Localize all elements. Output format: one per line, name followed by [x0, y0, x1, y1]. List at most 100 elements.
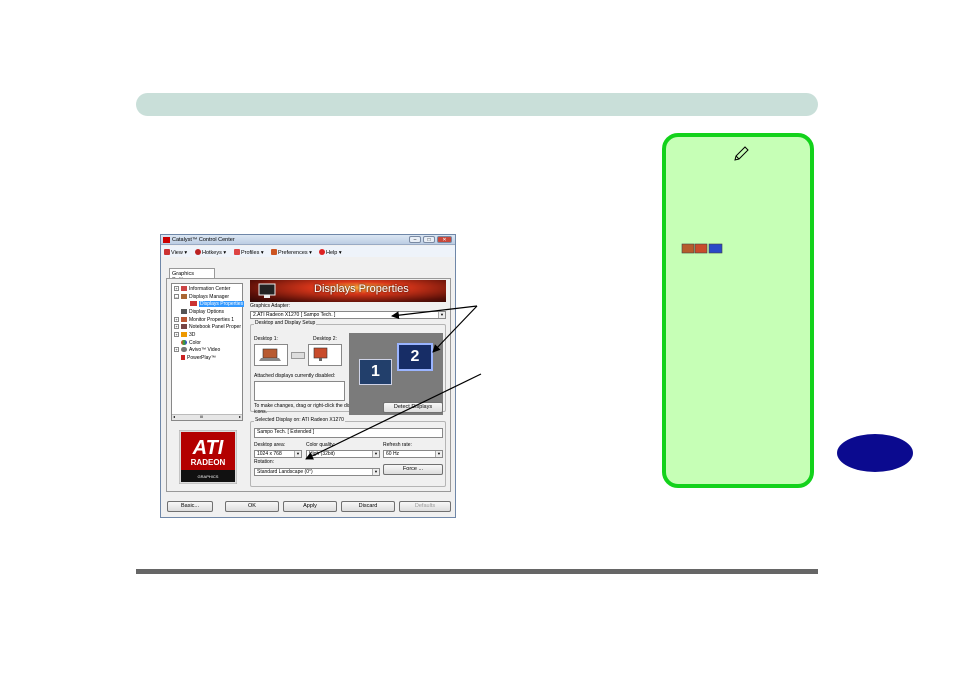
tree-item-label: Avivo™ Video: [189, 346, 221, 353]
expand-icon[interactable]: +: [174, 317, 179, 322]
tree-item-label: Color: [189, 339, 201, 346]
logo-line1: RADEON: [191, 458, 226, 467]
tree-item-displays-properties[interactable]: Displays Properties: [190, 300, 245, 308]
expand-icon[interactable]: +: [174, 286, 179, 291]
tree-item-notebook-panel[interactable]: + Notebook Panel Proper: [174, 324, 241, 331]
color-quality-value: High (32bit): [309, 451, 335, 457]
dialog-button-bar: Basic... OK Apply Discard Defaults: [161, 496, 455, 518]
graphics-settings-panel: + Information Center – Displays Manager Di…: [166, 278, 451, 492]
color-quality-select[interactable]: High (32bit) ▼: [306, 450, 380, 458]
menu-help[interactable]: Help ▾: [319, 249, 342, 256]
refresh-rate-select[interactable]: 60 Hz ▼: [383, 450, 443, 458]
discard-button[interactable]: Discard: [341, 501, 395, 512]
monitor-icon: [181, 317, 187, 322]
chevron-down-icon[interactable]: ▼: [372, 469, 379, 475]
scroll-thumb[interactable]: III: [200, 414, 203, 419]
view-icon: [164, 249, 170, 255]
desktop2-tile[interactable]: [308, 344, 342, 366]
menu-hotkeys[interactable]: Hotkeys ▾: [195, 249, 226, 256]
menu-bar: View ▾ Hotkeys ▾ Profiles ▾ Preferences …: [161, 246, 455, 257]
minimize-button[interactable]: –: [409, 236, 421, 243]
desktop-display-setup-group: Desktop and Display Setup Desktop 1: Des…: [250, 320, 446, 415]
force-button[interactable]: Force ...: [383, 464, 443, 475]
scroll-right-icon[interactable]: ▸: [239, 414, 241, 419]
settings-tree: + Information Center – Displays Manager Di…: [171, 283, 245, 421]
tab-graphics-settings[interactable]: Graphics Settings: [169, 268, 215, 283]
page-title: Displays Properties: [314, 283, 409, 295]
tree-item-displays-manager[interactable]: – Displays Manager: [174, 294, 229, 301]
rotation-select[interactable]: Standard Landscape (0°) ▼: [254, 468, 380, 476]
arrow-right-icon: [190, 301, 197, 306]
desktop-area-select[interactable]: 1024 x 768 ▼: [254, 450, 302, 458]
detect-displays-button[interactable]: Detect Displays: [383, 402, 443, 413]
menu-view-label: View ▾: [171, 250, 188, 256]
tree-item-powerplay[interactable]: PowerPlay™: [181, 355, 216, 362]
tree-item-label: Information Center: [189, 285, 231, 292]
collapse-icon[interactable]: –: [174, 294, 179, 299]
monitor-1-tile[interactable]: 1: [359, 359, 392, 385]
tree-item-information-center[interactable]: + Information Center: [174, 286, 230, 293]
battery-icon: [181, 355, 185, 360]
rotation-value: Standard Landscape (0°): [257, 469, 313, 475]
tree-item-display-options[interactable]: Display Options: [181, 309, 224, 316]
displays-properties-banner: Displays Properties: [250, 280, 446, 302]
selected-display-field: Sampo Tech. [ Extended ]: [254, 428, 443, 438]
window-title: Catalyst™ Control Center: [172, 237, 235, 243]
expand-icon[interactable]: +: [174, 347, 179, 352]
ati-radeon-logo: ATI RADEON GRAPHICS: [179, 430, 237, 484]
refresh-rate-value: 60 Hz: [386, 451, 400, 457]
pencil-icon: [734, 146, 749, 161]
monitor-2-tile[interactable]: 2: [397, 343, 433, 371]
tree-horizontal-scrollbar[interactable]: ◂ III ▸: [172, 414, 242, 420]
maximize-button[interactable]: □: [423, 236, 435, 243]
displays-manager-icon: [681, 243, 723, 254]
disabled-displays-list[interactable]: [254, 381, 345, 401]
defaults-button: Defaults: [399, 501, 451, 512]
title-bar[interactable]: Catalyst™ Control Center – □ ✕: [161, 235, 455, 245]
tree-item-3d[interactable]: +3D: [174, 332, 195, 339]
menu-view[interactable]: View ▾: [164, 249, 187, 256]
chevron-down-icon[interactable]: ▼: [435, 451, 442, 457]
profiles-icon: [234, 249, 240, 255]
graphics-adapter-select[interactable]: 2.ATI Radeon X1270 [ Sampo Tech. ] ▼: [250, 311, 446, 319]
video-icon: [181, 347, 187, 352]
menu-preferences[interactable]: Preferences ▾: [271, 249, 312, 256]
expand-icon[interactable]: +: [174, 332, 179, 337]
chevron-down-icon[interactable]: ▼: [372, 451, 379, 457]
graphics-adapter-value: 2.ATI Radeon X1270 [ Sampo Tech. ]: [253, 312, 336, 318]
desktop1-tile[interactable]: [254, 344, 288, 366]
expand-icon[interactable]: +: [174, 324, 179, 329]
selected-display-group: Selected Display on: ATI Radeon X1270 Sa…: [250, 417, 446, 487]
page-footer-rule: [136, 569, 818, 574]
basic-button[interactable]: Basic...: [167, 501, 213, 512]
tree-item-avivo-video[interactable]: + Avivo™ Video: [174, 347, 220, 354]
selected-display-value: Sampo Tech. [ Extended ]: [257, 429, 315, 435]
tree-item-label: Monitor Properties 1: [189, 316, 235, 323]
menu-profiles[interactable]: Profiles ▾: [234, 249, 264, 256]
color-icon: [181, 340, 187, 345]
ok-button[interactable]: OK: [225, 501, 279, 512]
tree-item-label: Display Options: [189, 308, 225, 315]
refresh-rate-label: Refresh rate:: [383, 442, 412, 448]
apply-button[interactable]: Apply: [283, 501, 337, 512]
menu-profiles-label: Profiles ▾: [241, 250, 264, 256]
tree-item-label: PowerPlay™: [187, 354, 216, 361]
chevron-down-icon[interactable]: ▼: [438, 312, 445, 318]
group-label: Desktop and Display Setup: [254, 320, 317, 327]
scroll-left-icon[interactable]: ◂: [173, 414, 175, 419]
close-button[interactable]: ✕: [437, 236, 452, 243]
logo-line2: GRAPHICS: [198, 474, 219, 479]
ati-app-icon: [163, 237, 170, 243]
catalyst-control-center-window: Catalyst™ Control Center – □ ✕ View ▾ Ho…: [160, 234, 456, 518]
tree-item-label: 3D: [189, 331, 196, 338]
3d-icon: [181, 332, 187, 337]
desktop2-label: Desktop 2:: [313, 336, 337, 342]
page-header-bar: [136, 93, 818, 116]
menu-help-label: Help ▾: [326, 250, 342, 256]
graphics-adapter-label: Graphics Adapter:: [250, 303, 291, 309]
group-label: Selected Display on: ATI Radeon X1270: [254, 417, 345, 424]
display-options-icon: [181, 309, 187, 314]
laptop-icon: [259, 348, 281, 361]
menu-preferences-label: Preferences ▾: [278, 250, 312, 256]
chevron-down-icon[interactable]: ▼: [294, 451, 301, 457]
